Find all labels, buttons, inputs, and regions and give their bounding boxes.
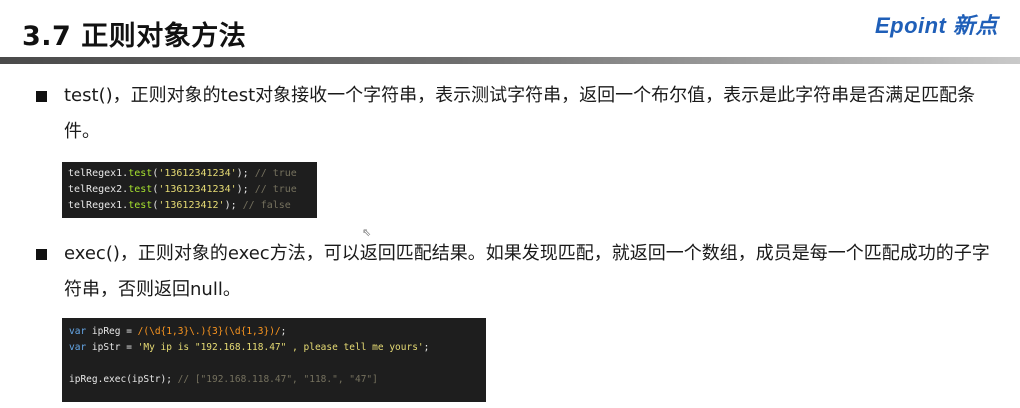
code-block-exec: var ipReg = /(\d{1,3}\.){3}(\d{1,3})/; v…: [62, 318, 486, 402]
bullet-exec-method: exec()，正则对象的exec方法，可以返回匹配结果。如果发现匹配，就返回一个…: [36, 236, 991, 308]
code-line: var ipStr = 'My ip is "192.168.118.47" ,…: [69, 342, 430, 353]
code-block-test: telRegex1.test('13612341234'); // true t…: [62, 162, 317, 218]
bullet-text: test()，正则对象的test对象接收一个字符串，表示测试字符串，返回一个布尔…: [64, 85, 976, 142]
bullet-square-icon: [36, 249, 47, 260]
code-line: ipReg.exec(ipStr); // ["192.168.118.47",…: [69, 374, 378, 385]
bullet-test-method: test()，正则对象的test对象接收一个字符串，表示测试字符串，返回一个布尔…: [36, 78, 991, 150]
epoint-logo: Epoint 新点: [874, 13, 998, 38]
slide-title: 3.7 正则对象方法: [22, 21, 247, 52]
code-line: telRegex1.test('13612341234'); // true: [68, 168, 297, 179]
code-line: var ipReg = /(\d{1,3}\.){3}(\d{1,3})/;: [69, 326, 287, 337]
code-line: telRegex1.test('136123412'); // false: [68, 200, 291, 211]
bullet-text: exec()，正则对象的exec方法，可以返回匹配结果。如果发现匹配，就返回一个…: [64, 243, 990, 300]
title-underline-bar: [0, 57, 1020, 64]
code-line: telRegex2.test('13612341234'); // true: [68, 184, 297, 195]
bullet-square-icon: [36, 91, 47, 102]
